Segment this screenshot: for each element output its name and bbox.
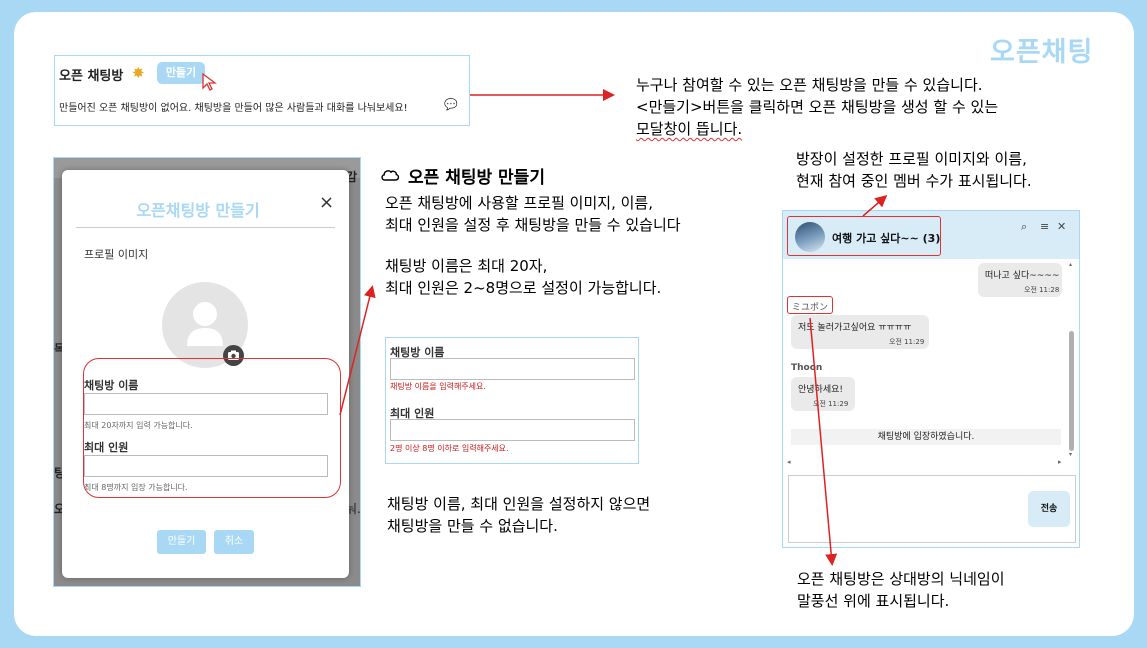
arrow-nickname-to-desc <box>809 317 838 566</box>
annotation-arrows <box>339 89 888 566</box>
arrow-modal-to-validation <box>339 285 376 416</box>
arrow-header-to-desc <box>862 195 888 217</box>
